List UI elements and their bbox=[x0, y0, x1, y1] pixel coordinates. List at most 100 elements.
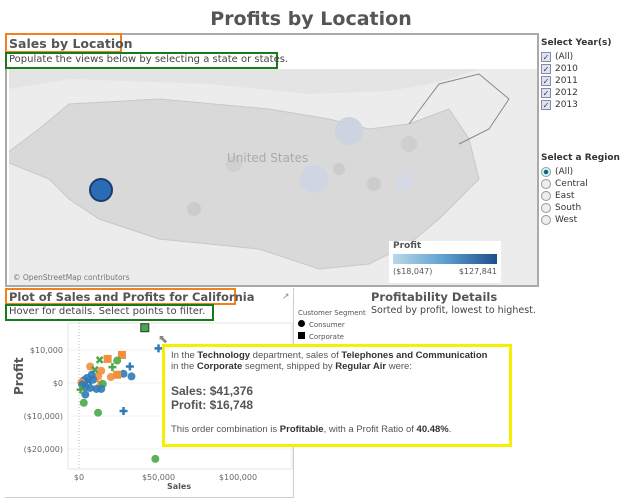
tooltip-segment: Corporate bbox=[196, 361, 243, 372]
radio-button[interactable] bbox=[541, 214, 551, 225]
square-icon bbox=[298, 332, 305, 339]
year-filter: Select Year(s) ✓ (All) ✓ 2010 ✓ 2011 ✓ 2012 ✓ 201… bbox=[541, 38, 621, 111]
dashboard-title: Profits by Location bbox=[210, 8, 412, 30]
data-point[interactable] bbox=[86, 383, 95, 392]
map-title-box: Sales by Location bbox=[5, 33, 133, 53]
data-point[interactable] bbox=[140, 323, 150, 333]
checkbox[interactable]: ✓ bbox=[541, 63, 551, 74]
mouse-cursor-icon: ⬉ bbox=[158, 332, 169, 346]
data-point[interactable] bbox=[97, 384, 106, 393]
map-subtitle-box: Populate the views below by selecting a … bbox=[5, 52, 289, 69]
region-option[interactable]: Central bbox=[541, 178, 621, 190]
tooltip-status: Profitable bbox=[279, 424, 324, 435]
y-tick-label: $0 bbox=[53, 379, 63, 388]
scatter-subtitle-box: Hover for details. Select points to filt… bbox=[5, 304, 214, 321]
year-filter-title: Select Year(s) bbox=[541, 38, 612, 48]
legend-max: $127,841 bbox=[458, 267, 497, 276]
radio-button[interactable] bbox=[541, 202, 551, 213]
y-axis-label: Profit bbox=[12, 357, 26, 395]
tooltip-ship-mode: Regular Air bbox=[335, 361, 387, 372]
details-title: Profitability Details bbox=[371, 290, 498, 304]
tooltip-profit: Profit: $16,748 bbox=[171, 398, 254, 412]
tooltip-text: . bbox=[448, 424, 452, 435]
legend-corporate[interactable]: Corporate bbox=[309, 333, 344, 341]
region-option-label: (All) bbox=[555, 167, 574, 177]
data-point[interactable] bbox=[119, 407, 128, 416]
checkbox[interactable]: ✓ bbox=[541, 87, 551, 98]
radio-button[interactable] bbox=[541, 166, 551, 177]
map-view-subtitle: Populate the views below by selecting a … bbox=[9, 54, 289, 65]
segment-legend-title: Customer Segment bbox=[298, 309, 366, 317]
circle-icon bbox=[298, 320, 305, 327]
radio-button[interactable] bbox=[541, 190, 551, 201]
data-point[interactable] bbox=[89, 375, 98, 384]
tooltip-department: Technology bbox=[197, 350, 251, 361]
region-option-label: Central bbox=[555, 179, 588, 189]
year-option-label: 2012 bbox=[555, 88, 578, 98]
checkbox[interactable]: ✓ bbox=[541, 75, 551, 86]
details-subtitle: Sorted by profit, lowest to highest. bbox=[371, 305, 536, 316]
data-point[interactable] bbox=[151, 454, 160, 463]
scatter-view-title: Plot of Sales and Profits for California bbox=[9, 290, 255, 304]
year-option[interactable]: ✓ 2013 bbox=[541, 99, 621, 111]
year-option[interactable]: ✓ 2010 bbox=[541, 63, 621, 75]
year-option-label: (All) bbox=[555, 52, 574, 62]
y-tick-label: $10,000 bbox=[30, 346, 63, 355]
data-point[interactable] bbox=[106, 373, 115, 382]
scatter-view-subtitle: Hover for details. Select points to filt… bbox=[9, 306, 206, 317]
data-point[interactable] bbox=[125, 362, 134, 371]
legend-gradient bbox=[393, 254, 497, 264]
region-option[interactable]: (All) bbox=[541, 166, 621, 178]
y-tick-label: ($10,000) bbox=[24, 412, 63, 421]
tooltip-text: In the bbox=[171, 350, 198, 361]
data-point[interactable] bbox=[79, 398, 88, 407]
region-option[interactable]: East bbox=[541, 190, 621, 202]
scatter-title-box: Plot of Sales and Profits for California bbox=[5, 288, 255, 305]
map-view-title: Sales by Location bbox=[9, 36, 133, 51]
data-point[interactable] bbox=[95, 356, 104, 364]
region-option[interactable]: West bbox=[541, 214, 621, 226]
tooltip-text: in the bbox=[171, 361, 197, 372]
region-filter-title: Select a Region bbox=[541, 153, 620, 163]
tooltip-text: were: bbox=[386, 361, 412, 372]
year-option-label: 2010 bbox=[555, 64, 578, 74]
map-view-panel: United States © OpenStreetMap contributo… bbox=[5, 33, 539, 287]
tooltip-text: segment, shipped by bbox=[242, 361, 336, 372]
checkbox[interactable]: ✓ bbox=[541, 51, 551, 62]
region-option-label: South bbox=[555, 203, 582, 213]
region-option-label: East bbox=[555, 191, 575, 201]
country-label: United States bbox=[227, 151, 309, 165]
region-filter: Select a Region (All) Central East South Wes… bbox=[541, 153, 621, 226]
map[interactable]: United States © OpenStreetMap contributo… bbox=[9, 69, 537, 285]
data-point[interactable] bbox=[103, 354, 112, 363]
map-attribution: © OpenStreetMap contributors bbox=[13, 273, 130, 282]
data-point[interactable] bbox=[113, 356, 122, 365]
year-option[interactable]: ✓ 2011 bbox=[541, 75, 621, 87]
data-point[interactable] bbox=[81, 390, 90, 399]
tooltip-text: department, sales of bbox=[250, 350, 342, 361]
checkbox[interactable]: ✓ bbox=[541, 99, 551, 110]
popout-icon[interactable]: ↗ bbox=[282, 292, 290, 302]
legend-title: Profit bbox=[393, 241, 422, 251]
x-axis-label: Sales bbox=[167, 482, 192, 491]
data-point[interactable] bbox=[94, 408, 103, 417]
year-option-label: 2011 bbox=[555, 76, 578, 86]
year-option-label: 2013 bbox=[555, 100, 578, 110]
tooltip-product: Telephones and Communication bbox=[341, 350, 488, 361]
x-tick-label: $50,000 bbox=[142, 473, 175, 482]
year-option[interactable]: ✓ (All) bbox=[541, 51, 621, 63]
x-tick-label: $0 bbox=[74, 473, 84, 482]
legend-consumer[interactable]: Consumer bbox=[309, 321, 345, 329]
california-marker[interactable] bbox=[89, 178, 113, 202]
data-point[interactable] bbox=[127, 372, 136, 381]
data-point[interactable] bbox=[108, 363, 117, 372]
legend-min: ($18,047) bbox=[393, 267, 433, 276]
tooltip-sales: Sales: $41,376 bbox=[171, 384, 254, 398]
tooltip-ratio: 40.48% bbox=[416, 424, 449, 435]
region-option[interactable]: South bbox=[541, 202, 621, 214]
tooltip: In the Technology department, sales of T… bbox=[162, 344, 512, 447]
year-option[interactable]: ✓ 2012 bbox=[541, 87, 621, 99]
profit-legend: Profit ($18,047) $127,841 bbox=[389, 241, 501, 283]
radio-button[interactable] bbox=[541, 178, 551, 189]
region-option-label: West bbox=[555, 215, 578, 225]
